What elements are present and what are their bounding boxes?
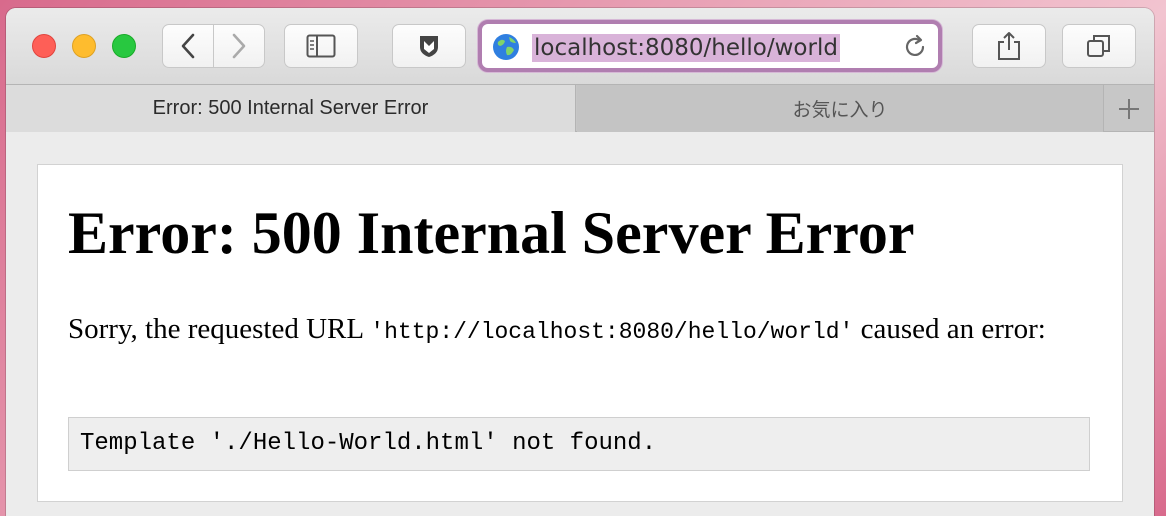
page-title: Error: 500 Internal Server Error: [68, 200, 915, 266]
page-viewport: Error: 500 Internal Server Error Sorry, …: [6, 132, 1154, 516]
sidebar-button[interactable]: [284, 24, 358, 68]
reload-icon[interactable]: [902, 34, 928, 60]
sidebar-icon: [306, 34, 336, 58]
tab-overview-button[interactable]: [1062, 24, 1136, 68]
plus-icon: [1119, 98, 1139, 119]
tab-overview-icon: [1087, 35, 1110, 57]
shield-icon: [420, 36, 438, 57]
back-button[interactable]: [162, 24, 214, 68]
share-button[interactable]: [972, 24, 1046, 68]
chevron-left-icon: [181, 33, 195, 59]
error-detail: Template './Hello-World.html' not found.: [68, 417, 1090, 471]
message-url: 'http://localhost:8080/hello/world': [370, 319, 854, 345]
share-icon: [998, 32, 1020, 60]
tab-favorites[interactable]: お気に入り: [577, 85, 1103, 132]
close-button[interactable]: [32, 34, 56, 58]
forward-button[interactable]: [213, 24, 265, 68]
maximize-button[interactable]: [112, 34, 136, 58]
tab-label: Error: 500 Internal Server Error: [152, 97, 429, 119]
globe-icon: [493, 34, 519, 60]
message-prefix: Sorry, the requested URL: [68, 313, 371, 345]
message-suffix: caused an error:: [853, 313, 1046, 345]
error-message: Sorry, the requested URL 'http://localho…: [68, 311, 1098, 350]
url-text[interactable]: localhost:8080/hello/world: [532, 34, 840, 62]
tab-label: お気に入り: [792, 99, 888, 121]
extension-button[interactable]: [392, 24, 466, 68]
address-bar[interactable]: localhost:8080/hello/world: [478, 20, 942, 72]
chevron-right-icon: [232, 33, 246, 59]
new-tab-button[interactable]: [1103, 85, 1154, 132]
browser-window: localhost:8080/hello/world Error: 500 In…: [6, 8, 1154, 516]
tab-bar: Error: 500 Internal Server Error お気に入り: [6, 84, 1154, 132]
page-body: Error: 500 Internal Server Error Sorry, …: [37, 164, 1123, 502]
minimize-button[interactable]: [72, 34, 96, 58]
toolbar: localhost:8080/hello/world: [6, 8, 1154, 84]
tab-error[interactable]: Error: 500 Internal Server Error: [6, 85, 576, 132]
